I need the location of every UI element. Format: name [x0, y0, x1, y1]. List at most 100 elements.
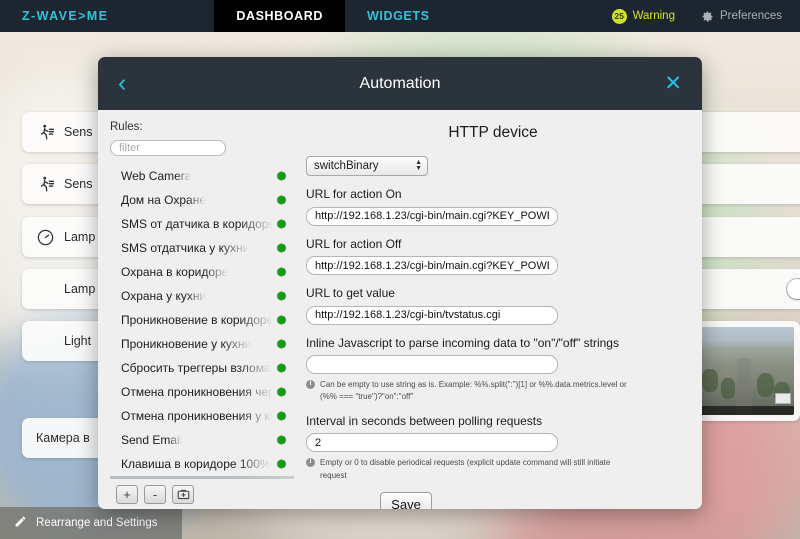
rules-toolbar: + - [110, 479, 294, 509]
rule-status-dot [277, 315, 286, 325]
camera-foliage [701, 369, 718, 393]
rule-label: Проникновение у кухни [121, 337, 252, 351]
inline-js-hint-text: Can be empty to use string as is. Exampl… [320, 380, 627, 402]
device-type-select[interactable]: switchBinary [306, 156, 428, 176]
nav-right-group: 25 Warning Preferences [611, 0, 800, 32]
widget-card-temperature[interactable]: 23.4°C [690, 112, 800, 152]
rule-status-dot [277, 411, 286, 421]
duplicate-icon[interactable] [172, 484, 194, 504]
chevron-left-icon[interactable]: ‹ [118, 71, 126, 96]
rules-panel: Rules: Web Camera Дом на Охране SMS от д… [98, 110, 294, 509]
rule-status-dot [277, 435, 286, 445]
interval-input[interactable] [306, 433, 558, 453]
rule-list-item[interactable]: Сбросить треггеры взлома [110, 356, 294, 380]
rule-label: Web Camera [121, 169, 192, 183]
widget-name-group: Lamp [36, 282, 95, 296]
tab-widgets[interactable]: WIDGETS [345, 0, 452, 32]
gear-icon [701, 10, 714, 23]
rule-status-dot [277, 219, 286, 229]
widget-card-label: Lamp [64, 282, 96, 296]
rule-list-item[interactable]: Клавиша в коридоре 100% [110, 452, 294, 476]
top-navigation-bar: Z-WAVE > ME DASHBOARD WIDGETS 25 Warning P… [0, 0, 800, 32]
rule-list-item[interactable]: Дом на Охране [110, 188, 294, 212]
rule-label: Send Email [121, 433, 183, 447]
rule-list-item[interactable]: Отмена проникновения у кухни [110, 404, 294, 428]
rule-label: Проникновение в коридоре [121, 313, 273, 327]
widget-card-switch[interactable]: OFF [690, 269, 800, 309]
url-off-input[interactable] [306, 256, 558, 275]
widget-name-group: Камера в [36, 431, 90, 445]
rearrange-label: Rearrange and Settings [36, 517, 158, 529]
save-button[interactable]: Save [380, 492, 432, 509]
interval-hint: i Empty or 0 to disable periodical reque… [306, 457, 636, 482]
widget-card-label: Sens [64, 177, 93, 191]
rule-label: SMS отдатчика у кухни [121, 241, 250, 255]
warning-indicator[interactable]: 25 Warning [611, 8, 675, 24]
motion-sensor-icon [36, 123, 55, 142]
rule-label: Отмена проникновения через [121, 385, 273, 399]
add-rule-button[interactable]: + [116, 484, 138, 504]
rule-list-item[interactable]: SMS отдатчика у кухни [110, 236, 294, 260]
preferences-label: Preferences [719, 10, 782, 22]
rule-label: Дом на Охране [121, 193, 207, 207]
close-icon[interactable]: ✕ [664, 73, 682, 94]
rule-list-item[interactable]: Охрана в коридоре [110, 260, 294, 284]
warning-label: Warning [632, 10, 675, 22]
inline-js-hint: i Can be empty to use string as is. Exam… [306, 379, 636, 404]
widget-card-label: Light [64, 334, 92, 348]
rule-list-item[interactable]: Охрана у кухни [110, 284, 294, 308]
rules-label: Rules: [110, 121, 143, 133]
warning-count-badge: 25 [611, 8, 627, 24]
widget-card-camera-feed[interactable] [690, 321, 800, 421]
rule-list-item[interactable]: Send Email [110, 428, 294, 452]
rule-status-dot [277, 339, 286, 349]
rule-label: Клавиша в коридоре 100% [121, 457, 271, 471]
rule-label: Сбросить треггеры взлома [121, 361, 271, 375]
rearrange-and-settings-button[interactable]: Rearrange and Settings [0, 507, 182, 539]
url-off-label: URL for action Off [306, 236, 402, 251]
url-on-label: URL for action On [306, 187, 402, 201]
widget-card-humidity[interactable]: 42.0% [690, 164, 800, 204]
inline-js-input[interactable] [306, 355, 558, 374]
rule-label: Охрана у кухни [121, 289, 207, 303]
widget-name-group: Light [36, 334, 91, 348]
camera-watermark [775, 393, 791, 404]
rule-list-item[interactable]: Web Camera [110, 164, 294, 188]
rule-label: SMS от датчика в коридоре [121, 217, 273, 231]
brand-chevron: > [78, 9, 87, 23]
motion-sensor-icon [36, 175, 55, 194]
modal-body: Rules: Web Camera Дом на Охране SMS от д… [98, 110, 702, 509]
rule-list-item[interactable]: Проникновение в коридоре [110, 308, 294, 332]
widget-card-level[interactable]: 27.0% [690, 217, 800, 257]
rule-status-dot [277, 387, 286, 397]
rule-list-item[interactable]: Проникновение у кухни [110, 332, 294, 356]
url-on-input[interactable] [306, 206, 558, 226]
rules-list: Web Camera Дом на Охране SMS от датчика … [110, 164, 294, 479]
rule-list-item[interactable]: Отмена проникновения через [110, 380, 294, 404]
inline-js-label: Inline Javascript to parse incoming data… [306, 335, 619, 350]
modal-header: ‹ Automation ✕ [98, 57, 702, 110]
rule-list-item[interactable]: SMS от датчика в коридоре [110, 212, 294, 236]
widget-card-label: Sens [64, 125, 93, 139]
info-icon: i [306, 458, 315, 468]
url-get-value-input[interactable] [306, 305, 558, 325]
power-toggle[interactable]: OFF [786, 278, 800, 300]
tab-dashboard[interactable]: DASHBOARD [214, 0, 346, 32]
info-icon: i [306, 380, 315, 389]
rule-label: Охрана в коридоре [121, 265, 229, 279]
app-root: Z-WAVE > ME DASHBOARD WIDGETS 25 Warning P… [0, 0, 800, 539]
remove-rule-button[interactable]: - [144, 484, 166, 504]
rule-label: Отмена проникновения у кухни [121, 409, 273, 423]
rule-list-item-selected[interactable]: Web Camera [110, 476, 294, 479]
brand-logo[interactable]: Z-WAVE > ME [0, 0, 108, 32]
url-get-value-label: URL to get value [306, 286, 395, 300]
camera-foliage [756, 372, 775, 398]
rule-status-dot [277, 291, 286, 301]
preferences-button[interactable]: Preferences [701, 10, 782, 23]
automation-modal: ‹ Automation ✕ Rules: Web Camera Дом на … [98, 57, 702, 509]
dial-icon [36, 228, 55, 247]
brand-text: Z-WAVE [22, 9, 79, 23]
brand-suffix: ME [86, 9, 109, 23]
rules-filter-input[interactable] [110, 140, 226, 156]
modal-title: Automation [359, 74, 441, 92]
